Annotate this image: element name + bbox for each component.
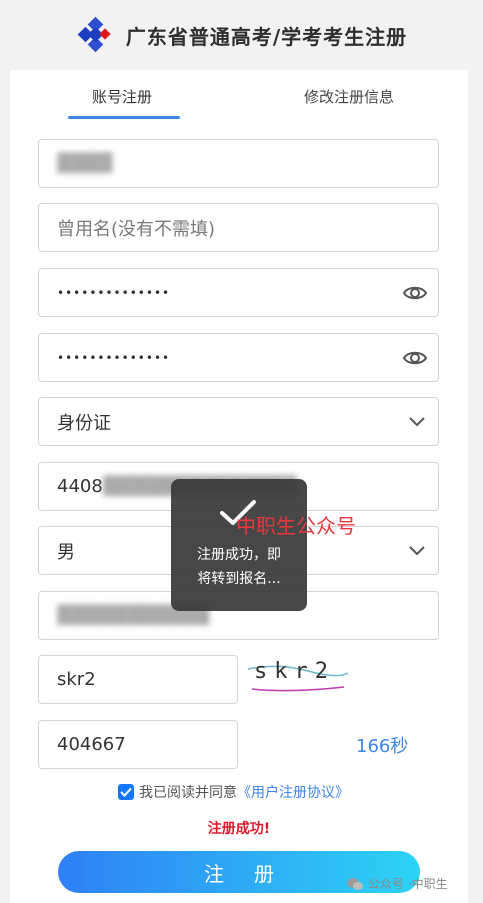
- logo-icon: [76, 15, 116, 55]
- countdown-timer: 166秒: [356, 736, 409, 757]
- active-tab-indicator: [68, 116, 180, 119]
- agreement-text: 我已阅读并同意: [139, 785, 237, 801]
- app-header: 广东省普通高考/学考考生注册: [0, 0, 483, 70]
- confirm-password-field[interactable]: ••••••••••••••: [38, 333, 439, 382]
- gender-value: 男: [57, 541, 75, 563]
- former-name-placeholder: 曾用名(没有不需填): [57, 218, 216, 240]
- former-name-field[interactable]: 曾用名(没有不需填): [38, 203, 439, 252]
- name-value: ▓▓▓▓: [57, 153, 113, 174]
- success-toast: 注册成功，即 将转到报名...: [171, 479, 307, 611]
- captcha-value: skr2: [57, 669, 96, 690]
- status-message: 注册成功!: [207, 821, 271, 837]
- captcha-input[interactable]: skr2: [38, 655, 238, 704]
- check-icon: [120, 787, 132, 797]
- name-field[interactable]: ▓▓▓▓: [38, 139, 439, 188]
- toast-line-2: 将转到报名...: [197, 571, 281, 587]
- tab-register[interactable]: 账号注册: [92, 86, 152, 107]
- watermark-overlay: 中职生公众号: [236, 514, 356, 538]
- confirm-password-mask: ••••••••••••••: [57, 350, 171, 365]
- agreement-link[interactable]: 《用户注册协议》: [237, 782, 349, 802]
- id-number-prefix: 4408: [57, 476, 103, 497]
- eye-icon[interactable]: [402, 346, 428, 370]
- sms-code-value: 404667: [57, 734, 126, 755]
- sms-code-input[interactable]: 404667: [38, 720, 238, 769]
- tab-modify-info[interactable]: 修改注册信息: [304, 86, 394, 107]
- toast-line-1: 注册成功，即: [197, 547, 281, 563]
- page-title: 广东省普通高考/学考考生注册: [125, 24, 408, 49]
- chevron-down-icon: [409, 546, 425, 556]
- toast-message: 注册成功，即 将转到报名...: [171, 543, 307, 591]
- captcha-image[interactable]: skr2: [248, 659, 348, 695]
- agreement-row: 我已阅读并同意 《用户注册协议》: [118, 782, 349, 802]
- tab-bar: 账号注册 修改注册信息: [10, 70, 468, 122]
- id-type-value: 身份证: [57, 412, 111, 434]
- chevron-down-icon: [409, 417, 425, 427]
- footer-watermark: 公众号 · 中职生: [346, 875, 448, 892]
- eye-icon[interactable]: [402, 281, 428, 305]
- id-type-select[interactable]: 身份证: [38, 397, 439, 446]
- password-field[interactable]: ••••••••••••••: [38, 268, 439, 317]
- agree-checkbox[interactable]: [118, 784, 134, 800]
- footer-prefix: 公众号 ·: [368, 877, 412, 891]
- footer-name: 中职生: [411, 877, 448, 891]
- captcha-text: skr2: [254, 659, 335, 684]
- password-mask: ••••••••••••••: [57, 285, 171, 300]
- wechat-icon: [347, 877, 363, 890]
